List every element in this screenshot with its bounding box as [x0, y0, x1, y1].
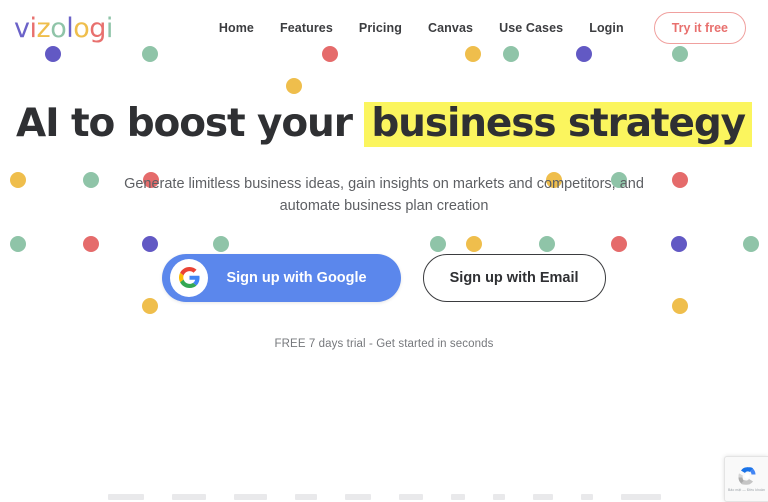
sign-up-with-email-button[interactable]: Sign up with Email: [422, 253, 606, 302]
nav-link-pricing[interactable]: Pricing: [359, 21, 402, 35]
headline-highlighted-text: business strategy: [364, 102, 752, 147]
sign-up-with-google-button[interactable]: Sign up with Google: [162, 253, 401, 302]
partner-logo-7: [492, 494, 505, 500]
landing-page: vizologi Home Features Pricing Canvas Us…: [0, 0, 768, 502]
main-navigation: Home Features Pricing Canvas Use Cases L…: [219, 12, 746, 44]
vizologi-logo[interactable]: vizologi: [14, 15, 113, 42]
recaptcha-icon: [737, 467, 756, 486]
partner-logo-4: [344, 494, 371, 500]
headline-plain-text: AI to boost your: [16, 101, 353, 146]
free-trial-note: FREE 7 days trial - Get started in secon…: [274, 337, 494, 350]
hero-section: AI to boost your business strategy Gener…: [0, 56, 768, 350]
nav-link-home[interactable]: Home: [219, 21, 254, 35]
logo-letter-4: l: [66, 12, 74, 44]
logo-letter-5: o: [73, 12, 90, 44]
partner-logo-5: [398, 494, 423, 500]
recaptcha-legal-text: Bảo mật — Điều khoản: [727, 488, 766, 493]
nav-link-use-cases[interactable]: Use Cases: [499, 21, 563, 35]
nav-link-features[interactable]: Features: [280, 21, 333, 35]
logo-letter-1: i: [29, 12, 37, 44]
try-it-free-button[interactable]: Try it free: [653, 12, 746, 44]
nav-link-login[interactable]: Login: [589, 21, 624, 35]
partner-logo-9: [580, 494, 593, 500]
logo-letter-6: g: [89, 12, 106, 44]
recaptcha-badge[interactable]: Bảo mật — Điều khoản: [724, 456, 768, 502]
logo-letter-7: i: [105, 12, 114, 44]
logo-letter-3: o: [50, 12, 67, 44]
signup-button-row: Sign up with Google Sign up with Email: [0, 253, 768, 302]
google-g-icon: [170, 258, 209, 297]
nav-link-canvas[interactable]: Canvas: [428, 21, 473, 35]
partner-logos-strip: [0, 494, 768, 502]
partner-logo-10: [620, 494, 661, 500]
partner-logo-2: [233, 494, 267, 500]
sign-up-with-google-label: Sign up with Google: [226, 269, 367, 286]
site-header: vizologi Home Features Pricing Canvas Us…: [0, 0, 768, 56]
logo-letter-2: z: [36, 12, 51, 44]
partner-logo-3: [294, 494, 317, 500]
page-title: AI to boost your business strategy: [0, 102, 768, 147]
partner-logo-6: [450, 494, 465, 500]
hero-subheadline: Generate limitless business ideas, gain …: [124, 176, 644, 215]
partner-logo-8: [532, 494, 553, 500]
partner-logo-1: [171, 494, 206, 500]
partner-logo-0: [107, 494, 144, 500]
logo-letter-0: v: [14, 12, 30, 44]
